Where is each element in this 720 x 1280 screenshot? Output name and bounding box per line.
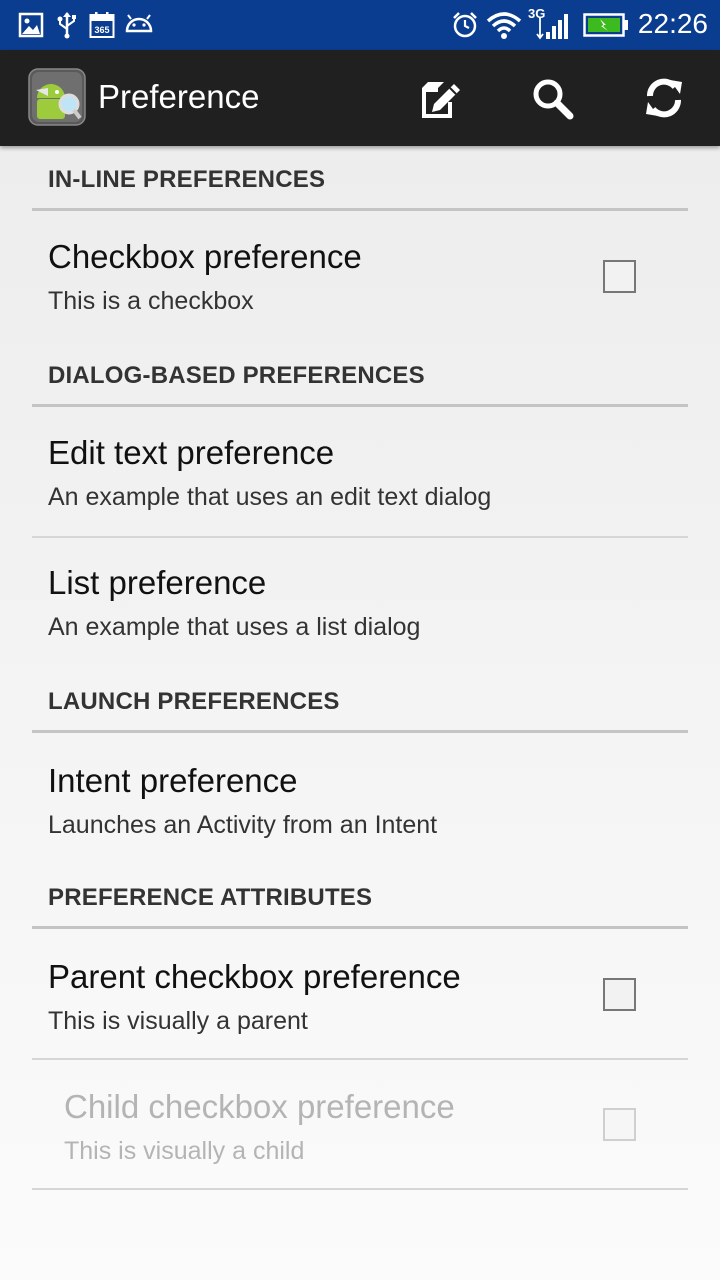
- checkbox[interactable]: [603, 260, 636, 293]
- battery-icon: [583, 13, 628, 37]
- preference-title: Parent checkbox preference: [48, 958, 461, 995]
- section-header-dialog: DIALOG-BASED PREFERENCES: [32, 342, 688, 407]
- wifi-icon: [486, 12, 522, 39]
- alarm-icon: [453, 12, 477, 38]
- calendar-icon: 365: [89, 12, 115, 38]
- section-header-launch: LAUNCH PREFERENCES: [32, 668, 688, 733]
- preference-title: List preference: [48, 564, 267, 601]
- child-checkbox-preference: Child checkbox preference This is visual…: [32, 1060, 688, 1190]
- preference-summary: An example that uses a list dialog: [48, 613, 421, 641]
- preference-summary: This is visually a parent: [48, 1007, 308, 1035]
- status-bar: 365 3G 22:26: [0, 0, 720, 50]
- signal-icon: [536, 14, 568, 40]
- preference-summary: An example that uses an edit text dialog: [48, 483, 492, 511]
- usb-icon: [57, 12, 76, 39]
- checkbox-preference[interactable]: Checkbox preference This is a checkbox: [32, 210, 688, 340]
- refresh-icon[interactable]: [640, 74, 688, 122]
- section-header-inline: IN-LINE PREFERENCES: [32, 146, 688, 211]
- action-bar: Preference: [0, 50, 720, 146]
- preference-summary: This is a checkbox: [48, 287, 254, 315]
- section-header-label: PREFERENCE ATTRIBUTES: [48, 884, 373, 911]
- section-header-label: LAUNCH PREFERENCES: [48, 688, 340, 715]
- intent-preference[interactable]: Intent preference Launches an Activity f…: [32, 732, 688, 862]
- section-header-label: IN-LINE PREFERENCES: [48, 166, 326, 193]
- preference-title: Edit text preference: [48, 434, 335, 471]
- list-preference[interactable]: List preference An example that uses a l…: [32, 538, 688, 668]
- android-debug-icon: [125, 14, 153, 33]
- preference-title: Intent preference: [48, 762, 298, 799]
- image-icon: [18, 12, 44, 38]
- edit-icon[interactable]: [416, 74, 464, 122]
- preference-title: Child checkbox preference: [64, 1088, 455, 1125]
- checkbox[interactable]: [603, 978, 636, 1011]
- preference-summary: Launches an Activity from an Intent: [48, 811, 438, 839]
- edit-text-preference[interactable]: Edit text preference An example that use…: [32, 406, 688, 538]
- section-header-label: DIALOG-BASED PREFERENCES: [48, 362, 425, 389]
- calendar-label: 365: [94, 25, 109, 35]
- page-title: Preference: [98, 78, 260, 115]
- parent-checkbox-preference[interactable]: Parent checkbox preference This is visua…: [32, 928, 688, 1060]
- app-logo-icon[interactable]: [28, 68, 86, 126]
- status-time: 22:26: [637, 8, 708, 39]
- search-icon[interactable]: [528, 74, 576, 122]
- checkbox: [603, 1108, 636, 1141]
- section-header-attributes: PREFERENCE ATTRIBUTES: [32, 864, 688, 929]
- preference-summary: This is visually a child: [64, 1137, 305, 1165]
- preference-title: Checkbox preference: [48, 238, 362, 275]
